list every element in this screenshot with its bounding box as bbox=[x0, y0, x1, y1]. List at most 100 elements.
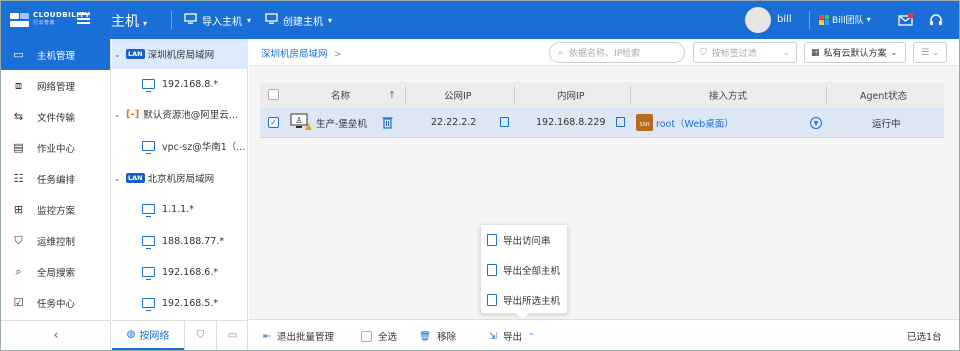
tree-node-subnet[interactable]: vpc-sz@华南1（... bbox=[112, 131, 248, 161]
logo-icon bbox=[9, 10, 31, 30]
sidebar-item-host-management[interactable]: ▭ 主机管理 bbox=[1, 39, 110, 70]
divider bbox=[630, 86, 631, 104]
monitor-icon bbox=[142, 204, 155, 217]
copy-icon[interactable] bbox=[616, 117, 625, 130]
sidebar-item-ops-control[interactable]: ⛉ 运维控制 bbox=[1, 225, 110, 256]
tag-filter-select[interactable]: ⛉ 按标签过滤 ⌄ bbox=[693, 42, 797, 63]
avatar[interactable] bbox=[745, 7, 771, 33]
column-header-agent-status: Agent状态 bbox=[860, 91, 908, 102]
sidebar-item-network[interactable]: ⧈ 网络管理 bbox=[1, 70, 110, 101]
selected-count: 已选1台 bbox=[907, 332, 942, 343]
sidebar-item-task-center[interactable]: ☑ 任务中心 bbox=[1, 287, 110, 318]
divider bbox=[171, 11, 172, 29]
chevron-down-icon: ⌄ bbox=[114, 173, 121, 183]
menu-icon[interactable] bbox=[77, 13, 90, 24]
copy-icon[interactable] bbox=[500, 117, 509, 130]
divider bbox=[826, 86, 827, 104]
breadcrumb[interactable]: 深圳机房局域网 > bbox=[261, 46, 342, 60]
task-center-icon: ☑ bbox=[13, 296, 24, 309]
document-icon bbox=[487, 234, 497, 246]
tree-tabs: ◍ 按网络 ⛉ ▭ bbox=[112, 320, 248, 350]
tree-node-subnet[interactable]: 1.1.1.* bbox=[112, 194, 248, 224]
monitor-icon bbox=[142, 236, 155, 249]
top-bar: CLOUDBILITY 行云管家 主机 ▾ 导入主机 ▾ 创建主机 ▾ bill Bil… bbox=[1, 1, 959, 39]
column-header-name[interactable]: 名称 bbox=[331, 88, 350, 102]
remove-button[interactable]: 🗑 移除 bbox=[419, 329, 456, 344]
menu-item-export-access-string[interactable]: 导出访问串 bbox=[481, 225, 567, 255]
column-header-public-ip: 公网IP bbox=[444, 91, 472, 102]
host-name[interactable]: 生产-堡垒机 bbox=[316, 116, 367, 130]
access-dropdown-icon[interactable]: ▼ bbox=[810, 117, 822, 129]
exit-icon: ⇤ bbox=[263, 330, 271, 342]
menu-item-export-all-hosts[interactable]: 导出全部主机 bbox=[481, 255, 567, 285]
monitor-icon bbox=[184, 13, 197, 28]
chevron-up-icon: ⌃ bbox=[527, 331, 535, 341]
linux-warning-icon: ♙ bbox=[290, 113, 312, 134]
network-tree: ⌄ LAN 深圳机房局域网 192.168.8.* ⌄ [-] 默认资源池@阿里云...… bbox=[112, 39, 248, 350]
divider bbox=[514, 86, 515, 104]
plan-select[interactable]: ▦ 私有云默认方案 ⌄ bbox=[804, 42, 906, 63]
search-input[interactable]: ⌕ 依据名称、IP检索 bbox=[549, 42, 685, 63]
tree-node-subnet[interactable]: 192.168.6.* bbox=[112, 257, 248, 287]
export-menu: 导出访问串 导出全部主机 导出所选主机 bbox=[480, 224, 568, 314]
host-table: 名称 ↑ 公网IP 内网IP 接入方式 Agent状态 ✓ ♙ 生产-堡垒机 2… bbox=[260, 82, 944, 138]
toolbar: 深圳机房局域网 > ⌕ 依据名称、IP检索 ⛉ 按标签过滤 ⌄ ▦ 私有云默认方案 ⌄ ☰… bbox=[249, 39, 959, 66]
network-icon: ⧈ bbox=[15, 78, 22, 92]
tree-node-lan[interactable]: ⌄ LAN 深圳机房局域网 bbox=[112, 39, 248, 69]
chevron-left-icon: ‹ bbox=[53, 328, 59, 343]
delete-icon[interactable] bbox=[382, 116, 393, 132]
tab-by-tag[interactable]: ⛉ bbox=[184, 321, 216, 350]
mail-icon[interactable] bbox=[898, 12, 914, 28]
access-link[interactable]: root（Web桌面） bbox=[656, 116, 734, 130]
sidebar-item-monitor-plan[interactable]: ⊞ 监控方案 bbox=[1, 194, 110, 225]
tab-by-folder[interactable]: ▭ bbox=[216, 321, 248, 350]
batch-bar: ⇤ 退出批量管理 全选 🗑 移除 ⇲ 导出 ⌃ 已选1台 bbox=[249, 319, 959, 350]
menu-item-export-selected-hosts[interactable]: 导出所选主机 bbox=[481, 285, 567, 315]
column-header-private-ip: 内网IP bbox=[557, 91, 585, 102]
export-button[interactable]: ⇲ 导出 ⌃ bbox=[489, 329, 535, 344]
tab-by-network[interactable]: ◍ 按网络 bbox=[112, 321, 184, 350]
sidebar-item-job-center[interactable]: ▤ 作业中心 bbox=[1, 132, 110, 163]
tree-node-subnet[interactable]: 192.168.5.* bbox=[112, 288, 248, 318]
sidebar-item-global-search[interactable]: ⌕ 全局搜索 bbox=[1, 256, 110, 287]
monitor-icon bbox=[142, 298, 155, 311]
table-header: 名称 ↑ 公网IP 内网IP 接入方式 Agent状态 bbox=[260, 82, 944, 108]
task-icon: ☷ bbox=[13, 172, 24, 185]
ops-control-icon: ⛉ bbox=[14, 233, 23, 247]
lan-icon: LAN bbox=[126, 49, 145, 59]
select-all-checkbox[interactable] bbox=[268, 89, 279, 100]
column-settings-button[interactable]: ☰ ⌄ bbox=[913, 42, 947, 63]
exit-batch-button[interactable]: ⇤ 退出批量管理 bbox=[263, 329, 334, 344]
table-row[interactable]: ✓ ♙ 生产-堡垒机 22.22.2.2 192.168.8.229 SSH r… bbox=[260, 108, 944, 138]
sidebar-item-file-transfer[interactable]: ⇆ 文件传输 bbox=[1, 101, 110, 132]
monitor-plan-icon: ⊞ bbox=[13, 203, 24, 216]
globe-icon: ◍ bbox=[126, 329, 136, 340]
main-panel: 深圳机房局域网 > ⌕ 依据名称、IP检索 ⛉ 按标签过滤 ⌄ ▦ 私有云默认方案 ⌄ ☰… bbox=[249, 39, 959, 319]
tag-icon: ⛉ bbox=[700, 47, 707, 58]
headset-icon[interactable] bbox=[928, 12, 944, 28]
sort-icon[interactable]: ↑ bbox=[388, 90, 396, 101]
lan-icon: LAN bbox=[126, 173, 145, 183]
create-host-button[interactable]: 创建主机 ▾ bbox=[265, 13, 332, 28]
column-header-access: 接入方式 bbox=[709, 91, 748, 102]
select-all-button[interactable]: 全选 bbox=[361, 329, 397, 343]
sidebar-item-task-orchestration[interactable]: ☷ 任务编排 bbox=[1, 163, 110, 194]
page-title[interactable]: 主机 ▾ bbox=[111, 11, 147, 31]
private-ip: 192.168.8.229 bbox=[536, 117, 606, 128]
divider bbox=[405, 86, 406, 104]
export-file-icon bbox=[487, 294, 497, 306]
tree-node-cloud[interactable]: ⌄ [-] 默认资源池@阿里云... bbox=[112, 99, 248, 129]
monitor-icon: ▭ bbox=[13, 48, 24, 61]
divider bbox=[809, 11, 810, 29]
chevron-down-icon: ⌄ bbox=[114, 49, 121, 59]
collapse-sidebar-button[interactable]: ‹ bbox=[1, 320, 111, 350]
user-name[interactable]: bill bbox=[777, 14, 792, 25]
tree-node-lan[interactable]: ⌄ LAN 北京机房局域网 bbox=[112, 163, 248, 193]
team-switcher[interactable]: Bill团队 ▾ bbox=[819, 13, 871, 26]
tree-node-subnet[interactable]: 188.188.77.* bbox=[112, 226, 248, 256]
chevron-down-icon: ⌄ bbox=[114, 109, 121, 119]
row-checkbox[interactable]: ✓ bbox=[268, 117, 279, 128]
file-transfer-icon: ⇆ bbox=[13, 110, 24, 123]
import-host-button[interactable]: 导入主机 ▾ bbox=[184, 13, 251, 28]
tree-node-subnet[interactable]: 192.168.8.* bbox=[112, 69, 248, 99]
